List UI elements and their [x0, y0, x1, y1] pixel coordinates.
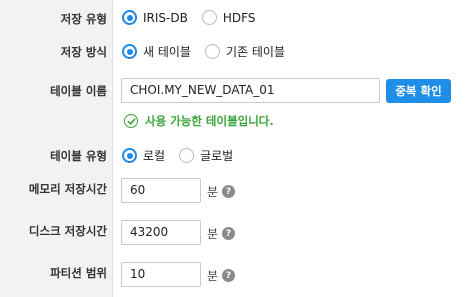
radio-existing-table-indicator[interactable] — [204, 44, 220, 59]
table-type-label: 테이블 유형 — [50, 149, 107, 163]
memory-retention-label: 메모리 저장시간 — [28, 182, 107, 196]
memory-retention-input[interactable]: 60 — [121, 178, 201, 203]
radio-local-indicator[interactable] — [122, 148, 137, 163]
question-circle-icon[interactable]: ? — [222, 227, 235, 240]
storage-type-radio-group: IRIS-DB HDFS — [122, 10, 269, 25]
radio-local-label: 로컬 — [143, 149, 166, 163]
storage-method-radio-group: 새 테이블 기존 테이블 — [122, 43, 299, 60]
radio-new-table[interactable]: 새 테이블 — [122, 43, 191, 60]
radio-global-indicator[interactable] — [179, 148, 195, 163]
duplicate-check-button[interactable]: 중복 확인 — [386, 79, 451, 103]
disk-retention-input[interactable]: 43200 — [121, 220, 201, 245]
radio-hdfs[interactable]: HDFS — [201, 10, 256, 25]
radio-iris-db-indicator[interactable] — [122, 10, 137, 25]
radio-existing-table[interactable]: 기존 테이블 — [204, 43, 285, 60]
storage-type-label: 저장 유형 — [60, 12, 107, 26]
radio-hdfs-indicator[interactable] — [201, 10, 217, 25]
radio-existing-table-label: 기존 테이블 — [225, 45, 285, 59]
disk-retention-unit: 분 — [207, 227, 219, 241]
radio-new-table-indicator[interactable] — [122, 44, 137, 59]
radio-local[interactable]: 로컬 — [122, 147, 165, 164]
radio-hdfs-label: HDFS — [222, 10, 256, 25]
radio-iris-db[interactable]: IRIS-DB — [122, 10, 188, 25]
disk-retention-label: 디스크 저장시간 — [28, 224, 107, 238]
radio-global-label: 글로벌 — [200, 149, 234, 163]
partition-range-unit: 분 — [207, 269, 219, 283]
table-type-radio-group: 로컬 글로벌 — [122, 147, 247, 164]
memory-retention-unit: 분 — [207, 185, 219, 199]
question-circle-icon[interactable]: ? — [222, 185, 235, 198]
validation-message: 사용 가능한 테이블입니다. — [145, 114, 274, 128]
check-circle-icon — [124, 114, 138, 128]
table-name-label: 테이블 이름 — [50, 84, 107, 98]
validation-message-row: 사용 가능한 테이블입니다. — [124, 113, 274, 129]
radio-iris-db-label: IRIS-DB — [143, 10, 188, 25]
table-name-input[interactable]: CHOI.MY_NEW_DATA_01 — [121, 78, 380, 103]
radio-new-table-label: 새 테이블 — [143, 45, 191, 59]
partition-range-input[interactable]: 10 — [121, 262, 201, 287]
storage-method-label: 저장 방식 — [60, 45, 107, 59]
partition-range-label: 파티션 범위 — [50, 266, 107, 280]
radio-global[interactable]: 글로벌 — [179, 147, 233, 164]
question-circle-icon[interactable]: ? — [222, 269, 235, 282]
